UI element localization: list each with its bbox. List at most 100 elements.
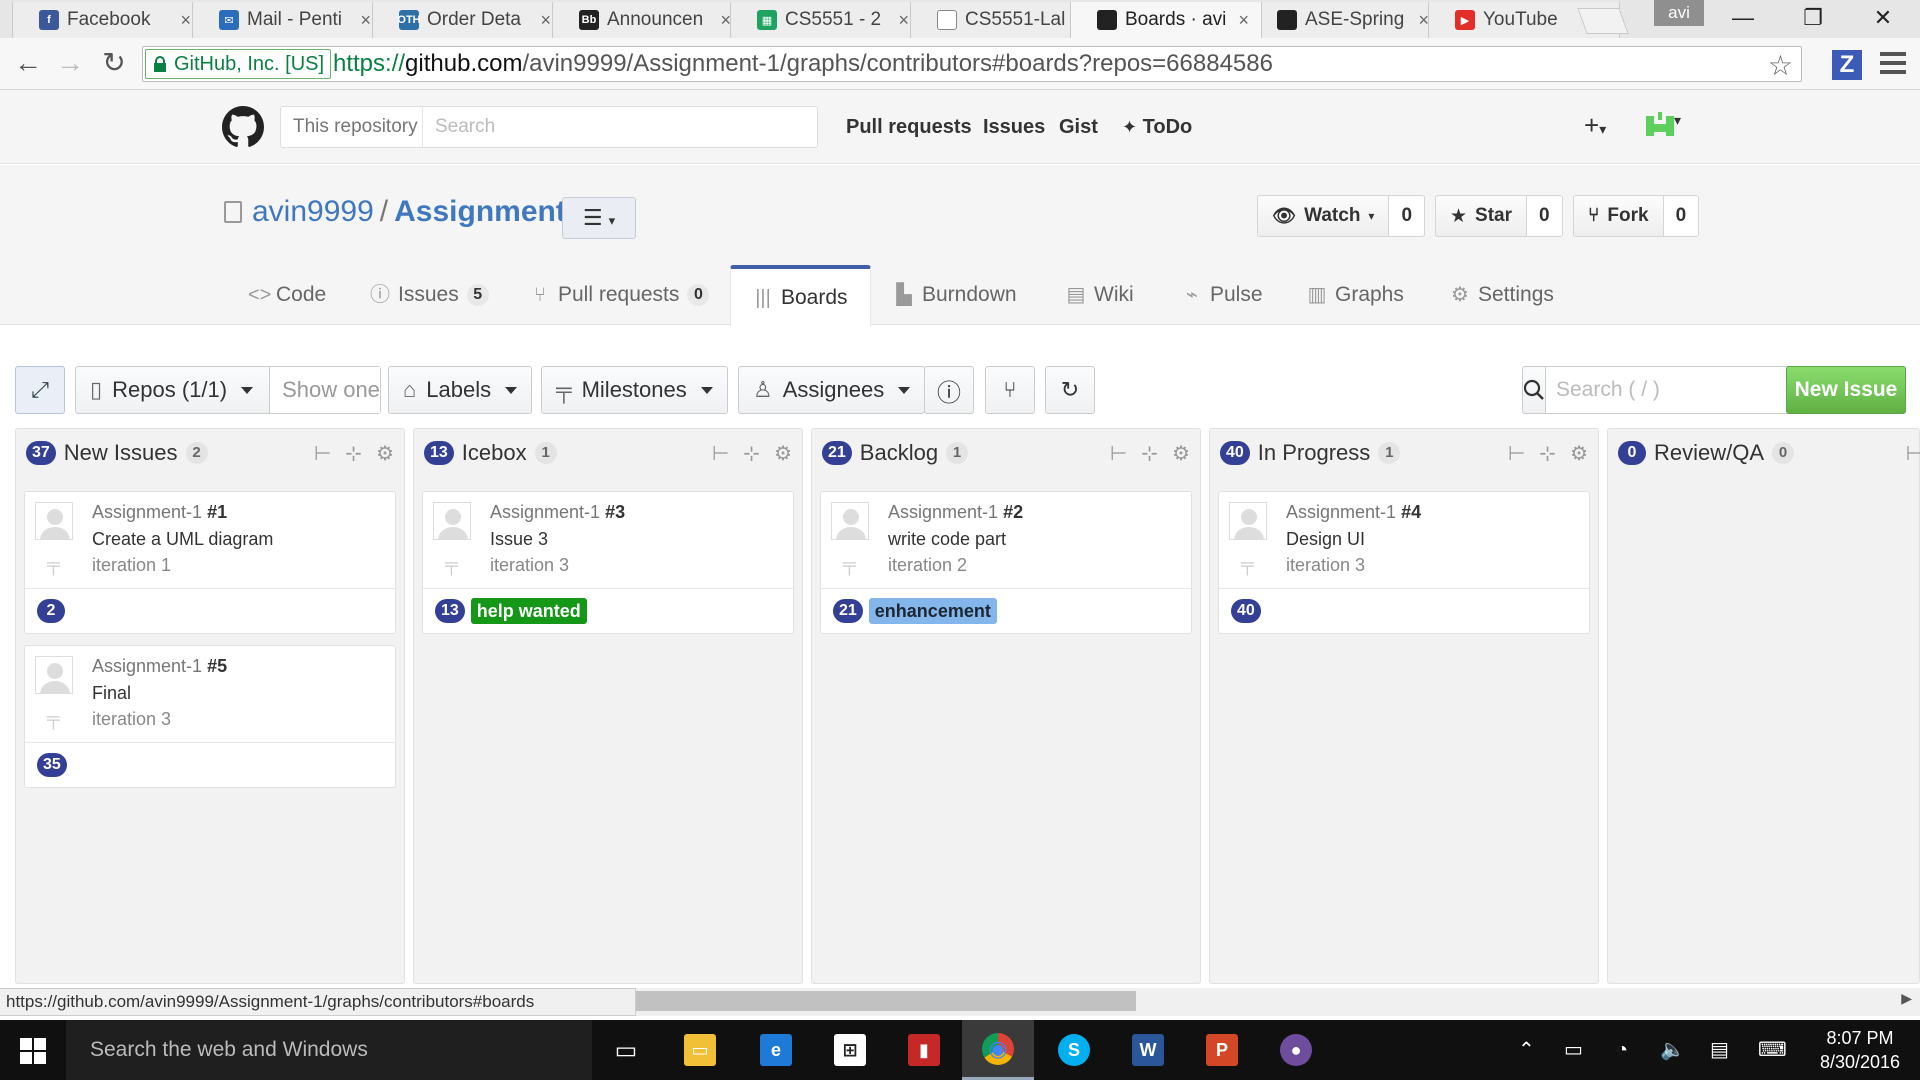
bookmark-star-icon[interactable]: ☆ xyxy=(1768,49,1793,82)
issue-card-body[interactable]: ╤ Assignment-1 #4 Design UI iteration 3 xyxy=(1219,492,1589,589)
keyboard-icon[interactable]: ⌨ xyxy=(1758,1020,1787,1080)
windows-start-icon[interactable] xyxy=(20,1038,46,1064)
browser-tab[interactable]: f Facebook × xyxy=(12,2,204,38)
expand-board-button[interactable]: ⤢ xyxy=(15,366,65,414)
tab-burndown[interactable]: ▙ Burndown xyxy=(894,265,1016,325)
word-icon[interactable]: W xyxy=(1112,1020,1184,1080)
gear-icon[interactable]: ⚙ xyxy=(1570,441,1588,466)
battery-icon[interactable]: ▭ xyxy=(1564,1020,1583,1080)
search-input[interactable] xyxy=(435,107,805,147)
issue-title[interactable]: Final xyxy=(92,683,131,704)
assignees-filter-button[interactable]: ♙ Assignees xyxy=(738,366,926,414)
profile-badge[interactable]: avi xyxy=(1654,0,1704,26)
estimate-badge[interactable]: 13 xyxy=(435,599,465,623)
watch-button[interactable]: 👁 Watch ▾ xyxy=(1257,195,1390,237)
site-search[interactable]: This repository xyxy=(280,106,818,148)
star-count[interactable]: 0 xyxy=(1527,195,1563,237)
estimate-badge[interactable]: 2 xyxy=(37,599,65,623)
nav-gist[interactable]: Gist xyxy=(1059,106,1098,148)
tray-up-arrow-icon[interactable]: ⌃ xyxy=(1518,1020,1535,1080)
issue-card-body[interactable]: ╤ Assignment-1 #2 write code part iteration… xyxy=(821,492,1191,589)
edge-icon[interactable]: e xyxy=(740,1020,812,1080)
new-issue-button[interactable]: New Issue xyxy=(1786,366,1906,414)
tab-pulse[interactable]: ⌁ Pulse xyxy=(1182,265,1263,325)
gear-icon[interactable]: ⚙ xyxy=(376,441,394,466)
tab-wiki[interactable]: ▤ Wiki xyxy=(1066,265,1134,325)
back-arrow-icon[interactable]: ← xyxy=(10,46,46,82)
collapse-icon[interactable]: ⊢ xyxy=(314,441,331,466)
repos-filter-button[interactable]: ▯ Repos (1/1) Show one xyxy=(75,366,381,414)
horizontal-scrollbar[interactable]: ▶ xyxy=(636,988,1920,1016)
url-text[interactable]: https://github.com/avin9999/Assignment-1… xyxy=(333,47,1273,81)
powerpoint-icon[interactable]: P xyxy=(1186,1020,1258,1080)
search-icon[interactable] xyxy=(1522,366,1546,414)
browser-tab[interactable]: ✉ Mail - Penti × xyxy=(192,2,384,38)
estimate-badge[interactable]: 40 xyxy=(1231,599,1261,623)
collapse-icon[interactable]: ⊢ xyxy=(1906,441,1920,466)
gear-icon[interactable]: ⚙ xyxy=(774,441,792,466)
collapse-icon[interactable]: ⊢ xyxy=(712,441,729,466)
pin-column-icon[interactable]: ⊹ xyxy=(743,441,760,466)
issue-card[interactable]: ╤ Assignment-1 #1 Create a UML diagram iter… xyxy=(24,491,396,634)
wifi-icon[interactable]: ◔ xyxy=(1616,1020,1628,1080)
reload-icon[interactable]: ↻ xyxy=(96,46,132,82)
issue-card[interactable]: ╤ Assignment-1 #5 Final iteration 3 35 xyxy=(24,645,396,788)
close-tab-icon[interactable]: × xyxy=(1238,10,1249,31)
issue-title[interactable]: Issue 3 xyxy=(490,529,548,550)
notification-icon[interactable]: ▤ xyxy=(1710,1020,1729,1080)
tab-issues[interactable]: ⓘ Issues 5 xyxy=(370,265,489,325)
scroll-right-icon[interactable]: ▶ xyxy=(1901,990,1912,1007)
tab-boards[interactable]: ||| Boards xyxy=(730,265,871,326)
pull-requests-toggle-button[interactable]: ⑂ xyxy=(985,366,1035,414)
nav-issues[interactable]: Issues xyxy=(983,106,1045,148)
store-icon[interactable]: ⊞ xyxy=(814,1020,886,1080)
taskbar-search[interactable]: Search the web and Windows xyxy=(66,1020,592,1080)
browser-tab[interactable]: Boards · avi × xyxy=(1070,2,1262,38)
milestones-filter-button[interactable]: ╤ Milestones xyxy=(541,366,728,414)
browser-tab[interactable]: ▦ CS5551 - 2 × xyxy=(730,2,922,38)
taskbar-clock[interactable]: 8:07 PM 8/30/2016 xyxy=(1812,1026,1908,1074)
browser-tab[interactable]: Bb Announcen × xyxy=(552,2,744,38)
nav-pull-requests[interactable]: Pull requests xyxy=(846,106,972,148)
close-tab-icon[interactable]: × xyxy=(180,10,191,31)
pin-column-icon[interactable]: ⊹ xyxy=(1539,441,1556,466)
issue-card-body[interactable]: ╤ Assignment-1 #5 Final iteration 3 xyxy=(25,646,395,743)
browser-tab[interactable]: ASE-Spring × xyxy=(1250,2,1442,38)
create-new-icon[interactable]: +▾ xyxy=(1584,110,1606,141)
close-tab-icon[interactable]: × xyxy=(540,10,551,31)
estimate-badge[interactable]: 21 xyxy=(833,599,863,623)
gear-icon[interactable]: ⚙ xyxy=(1172,441,1190,466)
skype-icon[interactable]: S xyxy=(1038,1020,1110,1080)
scrollbar-thumb[interactable] xyxy=(636,991,1136,1011)
forward-arrow-icon[interactable]: → xyxy=(52,46,88,82)
issue-title[interactable]: Design UI xyxy=(1286,529,1365,550)
issues-toggle-button[interactable]: ⓘ xyxy=(924,366,974,414)
tab-settings[interactable]: ⚙ Settings xyxy=(1450,265,1554,325)
issue-title[interactable]: Create a UML diagram xyxy=(92,529,273,550)
extension-z-icon[interactable]: Z xyxy=(1832,50,1862,80)
pin-column-icon[interactable]: ⊹ xyxy=(345,441,362,466)
chrome-icon[interactable]: ◉ xyxy=(962,1020,1034,1080)
file-explorer-icon[interactable]: ▭ xyxy=(664,1020,736,1080)
tab-graphs[interactable]: ▥ Graphs xyxy=(1307,265,1404,325)
github-desktop-icon[interactable]: ● xyxy=(1260,1020,1332,1080)
star-button[interactable]: ★ Star xyxy=(1435,195,1528,237)
issue-card[interactable]: ╤ Assignment-1 #3 Issue 3 iteration 3 13 help… xyxy=(422,491,794,634)
epics-toggle-button[interactable]: ↻ xyxy=(1045,366,1095,414)
volume-icon[interactable]: 🔈 xyxy=(1660,1020,1685,1080)
show-one-button[interactable]: Show one xyxy=(269,367,380,413)
issue-card-body[interactable]: ╤ Assignment-1 #3 Issue 3 iteration 3 xyxy=(423,492,793,589)
issue-label[interactable]: help wanted xyxy=(470,598,587,624)
minimize-icon[interactable]: — xyxy=(1708,0,1778,38)
estimate-badge[interactable]: 35 xyxy=(37,753,67,777)
close-window-icon[interactable]: ✕ xyxy=(1848,0,1918,38)
browser-tab[interactable]: OTH Order Deta × xyxy=(372,2,564,38)
labels-filter-button[interactable]: ⌂ Labels xyxy=(388,366,533,414)
tab-pull-requests[interactable]: ⑂ Pull requests 0 xyxy=(530,265,710,325)
secure-badge[interactable]: GitHub, Inc. [US] xyxy=(145,49,332,79)
issue-card[interactable]: ╤ Assignment-1 #4 Design UI iteration 3 40 xyxy=(1218,491,1590,634)
close-tab-icon[interactable]: × xyxy=(898,10,909,31)
issue-label[interactable]: enhancement xyxy=(868,598,997,624)
fork-button[interactable]: ⑂ Fork xyxy=(1573,195,1664,237)
pin-column-icon[interactable]: ⊹ xyxy=(1141,441,1158,466)
